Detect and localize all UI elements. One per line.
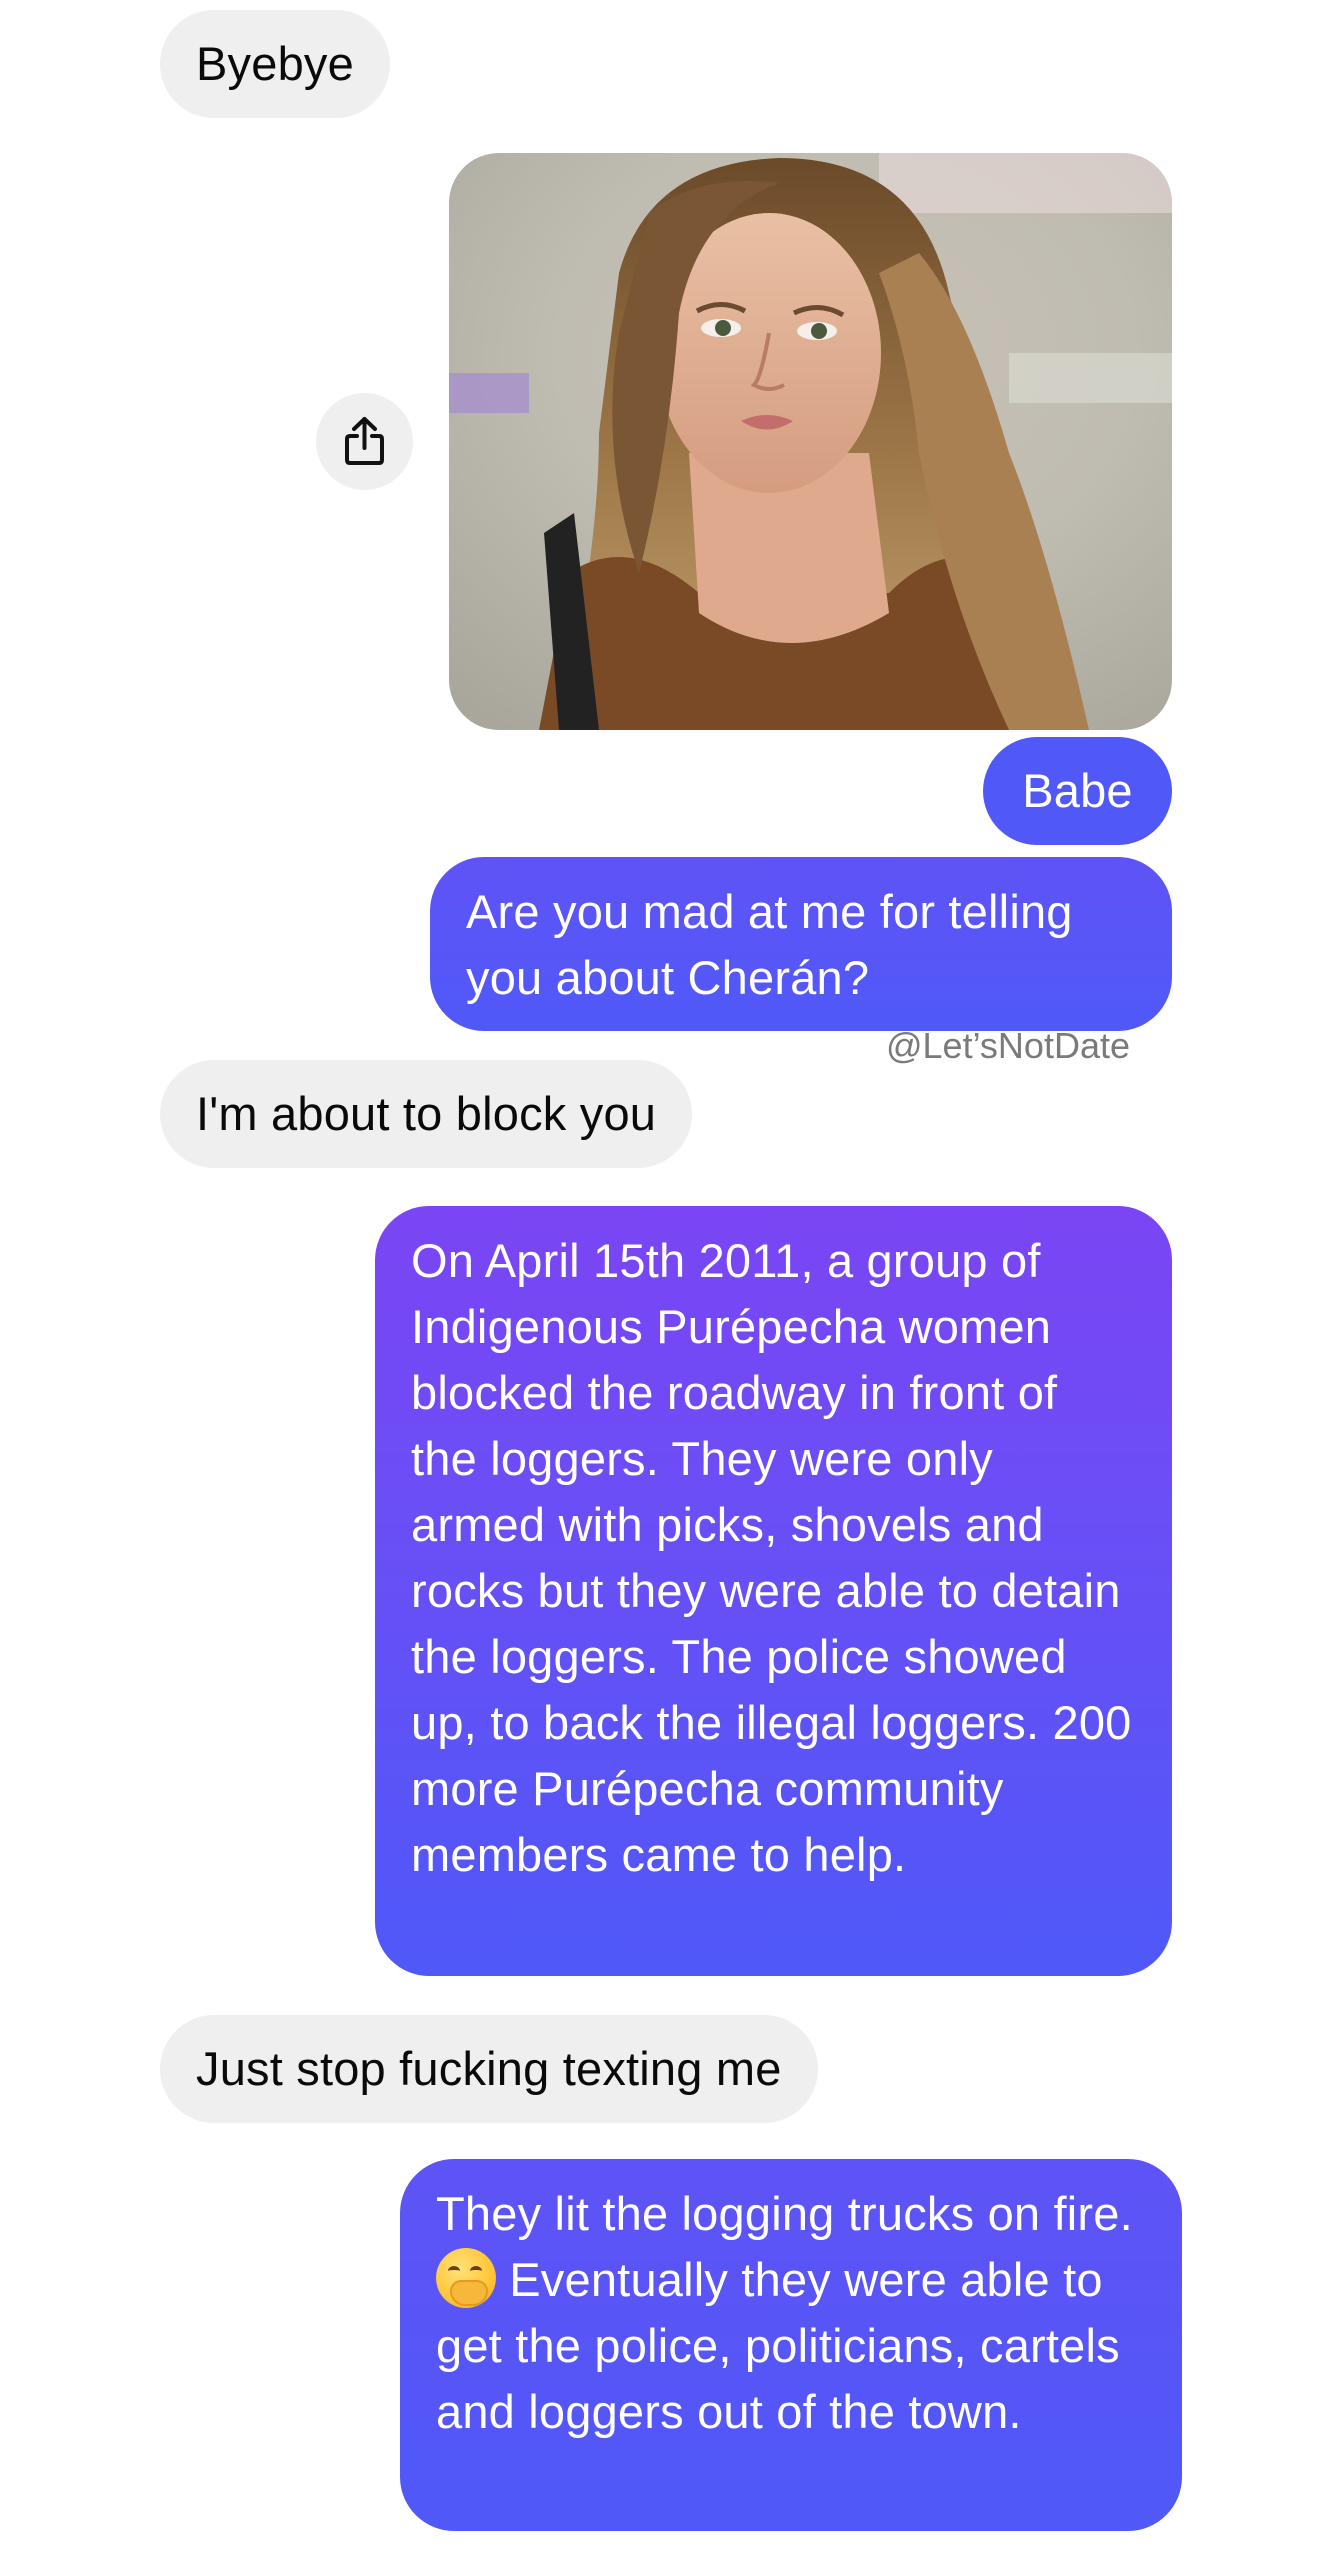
hand-over-mouth-emoji [436, 2248, 496, 2308]
outgoing-message[interactable]: They lit the logging trucks on fire. Eve… [400, 2159, 1182, 2531]
message-text-part: They lit the logging trucks on fire. [436, 2187, 1133, 2240]
selfie-photo [449, 153, 1172, 730]
incoming-message[interactable]: Just stop fucking texting me [160, 2015, 818, 2123]
outgoing-message[interactable]: Are you mad at me for telling you about … [430, 857, 1172, 1031]
message-text-part: Eventually they were able to get the pol… [436, 2253, 1120, 2438]
outgoing-message[interactable]: Babe [983, 737, 1172, 845]
message-text: Just stop fucking texting me [196, 2042, 782, 2095]
share-icon [345, 417, 384, 465]
incoming-message[interactable]: I'm about to block you [160, 1060, 693, 1168]
message-text: Are you mad at me for telling you about … [466, 885, 1073, 1004]
message-text: Babe [1022, 764, 1133, 817]
message-text: Byebye [196, 37, 354, 90]
watermark: @Let’sNotDate [885, 1025, 1130, 1066]
message-text: I'm about to block you [196, 1087, 657, 1140]
message-text: On April 15th 2011, a group of Indigenou… [411, 1234, 1132, 1881]
incoming-message[interactable]: Byebye [160, 10, 390, 118]
outgoing-message[interactable]: On April 15th 2011, a group of Indigenou… [375, 1206, 1172, 1976]
share-button[interactable] [316, 393, 413, 490]
photo-message[interactable] [449, 153, 1172, 730]
